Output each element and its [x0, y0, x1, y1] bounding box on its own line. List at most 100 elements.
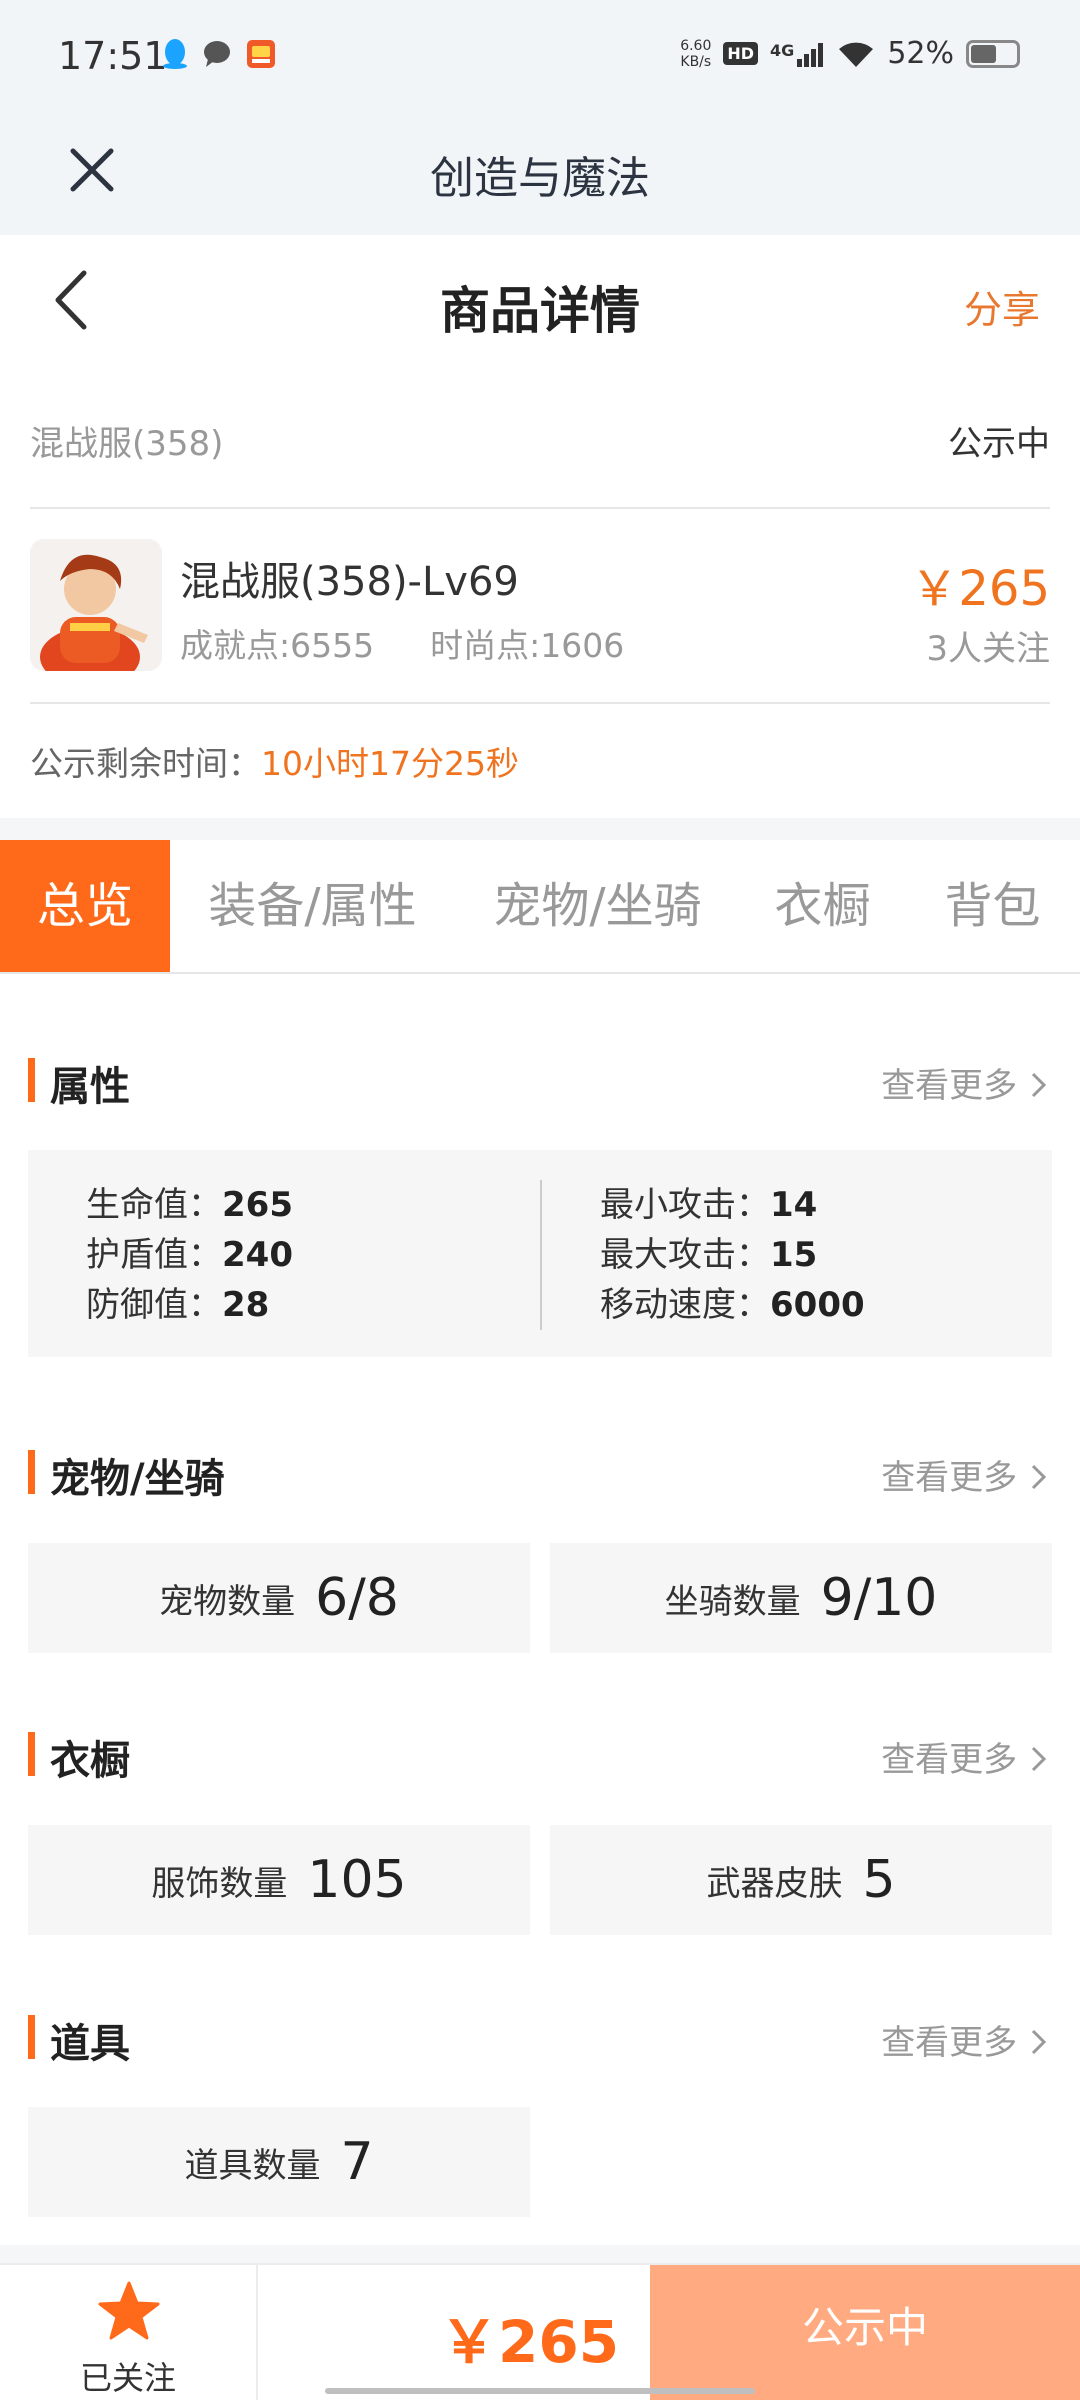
section-header-pets: 宠物/坐骑 查看更多	[28, 1442, 1050, 1502]
net-speed-unit: KB/s	[680, 53, 712, 70]
attr-value: 14	[770, 1185, 818, 1225]
attr-move-speed: 移动速度：6000	[600, 1280, 865, 1330]
attr-label: 最大攻击：	[600, 1235, 770, 1275]
qq-icon	[163, 39, 187, 69]
attributes-left: 生命值：265 护盾值：240 防御值：28	[86, 1180, 293, 1330]
chevron-right-icon	[1031, 1464, 1047, 1490]
fashion-points: 时尚点:1606	[430, 626, 625, 665]
home-indicator[interactable]	[325, 2388, 755, 2394]
attr-label: 最小攻击：	[600, 1185, 770, 1225]
stat-card-mounts: 坐骑数量 9/10	[550, 1543, 1052, 1653]
attr-label: 移动速度：	[600, 1285, 770, 1325]
stat-label: 服饰数量	[151, 1863, 288, 1904]
tab-equipment[interactable]: 装备/属性	[170, 840, 455, 972]
follow-label: 已关注	[79, 2359, 176, 2397]
section-header-wardrobe: 衣橱 查看更多	[28, 1724, 1050, 1784]
follower-count: 3人关注	[926, 629, 1050, 669]
app-header: 创造与魔法	[0, 115, 1080, 235]
net-speed: 6.60 KB/s	[680, 38, 711, 70]
tab-overview[interactable]: 总览	[0, 840, 170, 972]
view-more-attributes[interactable]: 查看更多	[881, 1058, 1050, 1107]
section-title: 衣橱	[50, 1738, 130, 1784]
divider	[30, 507, 1050, 509]
network-type: 4G	[770, 40, 795, 60]
net-speed-value: 6.60	[680, 37, 712, 54]
countdown-value: 10小时17分25秒	[261, 744, 519, 783]
attr-defense: 防御值：28	[86, 1280, 293, 1330]
stat-label: 宠物数量	[159, 1581, 296, 1622]
attr-value: 28	[222, 1285, 270, 1325]
section-marker	[28, 1732, 35, 1776]
tab-pets[interactable]: 宠物/坐骑	[455, 840, 740, 972]
stat-card-outfits: 服饰数量 105	[28, 1825, 530, 1935]
signal-icon: 4G	[770, 41, 825, 67]
achievement-points: 成就点:6555	[180, 626, 375, 665]
battery-icon	[966, 39, 1020, 68]
status-right: 6.60 KB/s HD 4G 52%	[680, 36, 1020, 71]
view-more-label: 查看更多	[881, 1066, 1018, 1106]
countdown: 公示剩余时间：10小时17分25秒	[30, 737, 519, 785]
page-header: 商品详情 分享	[0, 235, 1080, 365]
section-title: 宠物/坐骑	[50, 1456, 225, 1502]
stat-label: 坐骑数量	[664, 1581, 801, 1622]
status-button[interactable]: 公示中	[650, 2265, 1080, 2400]
product-stats: 成就点:6555 时尚点:1606	[180, 619, 624, 667]
server-name: 混战服(358)	[30, 423, 224, 464]
chevron-right-icon	[1031, 2029, 1047, 2055]
attr-label: 防御值：	[86, 1285, 222, 1325]
status-time: 17:51	[58, 34, 168, 78]
section-title: 属性	[50, 1064, 130, 1110]
follow-button[interactable]: 已关注	[0, 2265, 258, 2400]
stat-card-weapon-skins: 武器皮肤 5	[550, 1825, 1052, 1935]
tab-backpack[interactable]: 背包	[905, 840, 1080, 972]
view-more-items[interactable]: 查看更多	[881, 2015, 1050, 2064]
stat-value: 6/8	[315, 1568, 399, 1628]
app-title: 创造与魔法	[430, 153, 650, 204]
chevron-right-icon	[1031, 1746, 1047, 1772]
product-name: 混战服(358)-Lv69	[180, 559, 519, 605]
bottom-bar: 已关注 ￥265 公示中	[0, 2263, 1080, 2400]
attr-value: 15	[770, 1235, 818, 1275]
attr-shield: 护盾值：240	[86, 1230, 293, 1280]
view-more-label: 查看更多	[881, 1740, 1018, 1780]
tab-wardrobe[interactable]: 衣橱	[740, 840, 905, 972]
product-price: ￥265	[910, 561, 1050, 617]
stat-label: 道具数量	[184, 2145, 321, 2186]
stat-card-pets: 宠物数量 6/8	[28, 1543, 530, 1653]
attributes-right: 最小攻击：14 最大攻击：15 移动速度：6000	[600, 1180, 865, 1330]
stat-label: 武器皮肤	[706, 1863, 843, 1904]
stat-value: 9/10	[820, 1568, 938, 1628]
attr-value: 265	[222, 1185, 293, 1225]
view-more-wardrobe[interactable]: 查看更多	[881, 1732, 1050, 1781]
stat-value: 7	[340, 2132, 374, 2192]
page-title: 商品详情	[440, 282, 640, 340]
section-marker	[28, 1450, 35, 1494]
section-spacer	[0, 818, 1080, 840]
attr-divider	[540, 1180, 542, 1330]
product-card[interactable]: 混战服(358)-Lv69 成就点:6555 时尚点:1606 ￥265 3人关…	[30, 535, 1050, 675]
attr-max-attack: 最大攻击：15	[600, 1230, 865, 1280]
attr-label: 生命值：	[86, 1185, 222, 1225]
section-title: 道具	[50, 2021, 130, 2067]
stat-card-items: 道具数量 7	[28, 2107, 530, 2217]
battery-fill	[971, 44, 996, 63]
share-button[interactable]: 分享	[964, 279, 1040, 334]
attributes-panel: 生命值：265 护盾值：240 防御值：28 最小攻击：14 最大攻击：15 移…	[28, 1150, 1052, 1357]
battery-percent: 52%	[887, 36, 954, 71]
listing-status: 公示中	[948, 423, 1050, 464]
view-more-pets[interactable]: 查看更多	[881, 1450, 1050, 1499]
section-header-items: 道具 查看更多	[28, 2007, 1050, 2067]
countdown-label: 公示剩余时间：	[30, 744, 261, 783]
chevron-right-icon	[1031, 1072, 1047, 1098]
attr-value: 240	[222, 1235, 293, 1275]
wifi-icon	[839, 42, 874, 67]
view-more-label: 查看更多	[881, 1458, 1018, 1498]
attr-value: 6000	[770, 1285, 865, 1325]
chat-bubble-icon	[204, 41, 230, 67]
status-bar: 17:51 6.60 KB/s HD 4G 52%	[0, 0, 1080, 115]
tab-bar: 总览 装备/属性 宠物/坐骑 衣橱 背包	[0, 840, 1080, 974]
stat-value: 105	[307, 1850, 407, 1910]
hd-badge: HD	[723, 42, 759, 65]
attr-hp: 生命值：265	[86, 1180, 293, 1230]
view-more-label: 查看更多	[881, 2023, 1018, 2063]
